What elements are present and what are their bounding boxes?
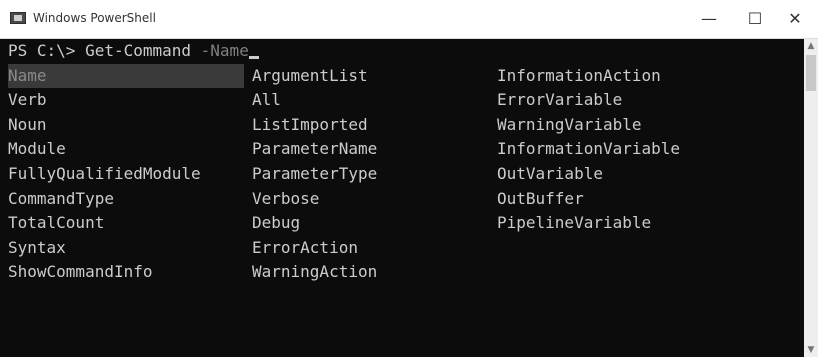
completion-item[interactable]: TotalCount: [8, 211, 244, 236]
minimize-button[interactable]: —: [686, 0, 732, 38]
completion-item[interactable]: OutBuffer: [497, 187, 680, 212]
completion-item[interactable]: Syntax: [8, 236, 244, 261]
completion-item[interactable]: FullyQualifiedModule: [8, 162, 244, 187]
completion-item[interactable]: ArgumentList: [252, 64, 377, 89]
prompt-text: PS C:\> Get-Command: [8, 41, 201, 60]
title-bar[interactable]: Windows PowerShell — ☐ ✕: [0, 0, 818, 39]
completion-column-1: Name Verb Noun Module FullyQualifiedModu…: [8, 63, 244, 285]
completion-item[interactable]: Noun: [8, 113, 244, 138]
completion-item[interactable]: Module: [8, 137, 244, 162]
completion-item[interactable]: ShowCommandInfo: [8, 260, 244, 285]
completion-item[interactable]: CommandType: [8, 187, 244, 212]
completion-item[interactable]: Debug: [252, 211, 377, 236]
close-button[interactable]: ✕: [772, 0, 818, 38]
completion-item[interactable]: Verbose: [252, 187, 377, 212]
completion-item[interactable]: ErrorVariable: [497, 88, 680, 113]
powershell-window: Windows PowerShell — ☐ ✕ PS C:\> Get-Com…: [0, 0, 818, 357]
completion-item[interactable]: InformationVariable: [497, 137, 680, 162]
completion-item[interactable]: ParameterName: [252, 137, 377, 162]
completion-item[interactable]: WarningVariable: [497, 113, 680, 138]
completion-item[interactable]: ErrorAction: [252, 236, 377, 261]
text-cursor: [248, 56, 259, 59]
completion-item[interactable]: ParameterType: [252, 162, 377, 187]
scroll-down-arrow-icon[interactable]: ▼: [804, 343, 818, 357]
completion-column-2: ArgumentList All ListImported ParameterN…: [252, 64, 377, 285]
powershell-icon[interactable]: [10, 12, 26, 24]
scroll-thumb[interactable]: [806, 55, 816, 91]
scroll-up-arrow-icon[interactable]: ▲: [804, 39, 818, 53]
typed-parameter: -Name: [200, 41, 249, 60]
completion-item[interactable]: All: [252, 88, 377, 113]
completion-item[interactable]: WarningAction: [252, 260, 377, 285]
completion-item[interactable]: PipelineVariable: [497, 211, 680, 236]
completion-column-3: InformationAction ErrorVariable WarningV…: [497, 64, 680, 236]
console-area[interactable]: PS C:\> Get-Command -Name Name Verb Noun…: [0, 39, 804, 357]
completion-item[interactable]: InformationAction: [497, 64, 680, 89]
window-title: Windows PowerShell: [33, 11, 156, 25]
completion-item[interactable]: Verb: [8, 88, 244, 113]
prompt-line[interactable]: PS C:\> Get-Command -Name: [0, 39, 804, 64]
completion-item[interactable]: OutVariable: [497, 162, 680, 187]
completion-item-selected[interactable]: Name: [8, 63, 244, 89]
completion-item[interactable]: ListImported: [252, 113, 377, 138]
vertical-scrollbar[interactable]: ▲ ▼: [804, 39, 818, 357]
